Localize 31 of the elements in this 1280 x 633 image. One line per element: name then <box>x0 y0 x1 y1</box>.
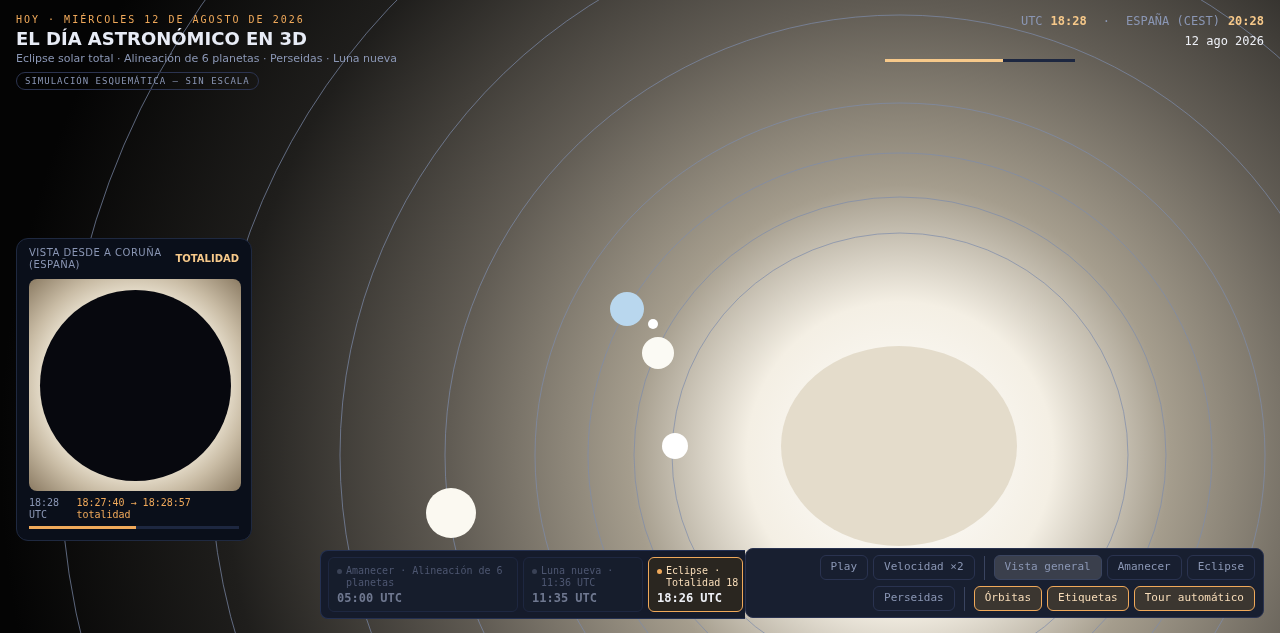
current-time: 18:28 UTC <box>29 497 61 521</box>
page-title: EL DÍA ASTRONÓMICO EN 3D <box>16 27 308 51</box>
event-time: 18:26 UTC <box>657 590 724 607</box>
timeline-event[interactable]: Amanecer · Alineación de 6 planetas 05:00 UTC <box>328 557 518 612</box>
toggle-button[interactable]: Tour automático <box>1133 586 1255 611</box>
date-line: HOY · MIÉRCOLES 12 DE AGOSTO DE 2026 <box>16 12 305 27</box>
timeline-event[interactable]: Eclipse · Totalidad 18 18:26 UTC <box>648 557 743 612</box>
control-button[interactable]: Velocidad ×2 <box>873 555 975 580</box>
event-time: 11:35 UTC <box>532 590 599 607</box>
view-button[interactable]: Vista general <box>993 555 1102 580</box>
event-time: 05:00 UTC <box>337 590 404 607</box>
event-label: Amanecer · Alineación de 6 planetas <box>346 565 504 589</box>
timeline-event[interactable]: Luna nueva · 11:36 UTC 11:35 UTC <box>523 557 643 612</box>
subtitle: Eclipse solar total · Alineación de 6 planetas · Perseidas · Luna nueva <box>16 51 398 67</box>
separator-dot: · <box>1102 13 1110 30</box>
view-button[interactable]: Amanecer <box>1106 555 1182 580</box>
view-button[interactable]: Perseidas <box>873 586 955 611</box>
totality-range: 18:27:40 → 18:28:57 totalidad <box>76 497 192 521</box>
date-text: 12 ago 2026 <box>1184 33 1264 50</box>
toggle-button[interactable]: Etiquetas <box>1047 586 1129 611</box>
local-time: 20:28 <box>1227 13 1264 30</box>
toggle-button[interactable]: Órbitas <box>973 586 1043 611</box>
panel-title: VISTA DESDE A CORUÑA (ESPAÑA) <box>29 247 163 271</box>
event-label: Luna nueva · 11:36 UTC <box>541 565 615 589</box>
view-button[interactable]: Eclipse <box>1186 555 1255 580</box>
control-button[interactable]: Play <box>819 555 869 580</box>
utc-label: UTC <box>1020 13 1043 30</box>
event-label: Eclipse · Totalidad 18 <box>666 565 740 589</box>
utc-time: 18:28 <box>1050 13 1087 30</box>
phase-label: TOTALIDAD <box>175 252 239 266</box>
local-label: ESPAÑA (CEST) <box>1125 12 1220 30</box>
